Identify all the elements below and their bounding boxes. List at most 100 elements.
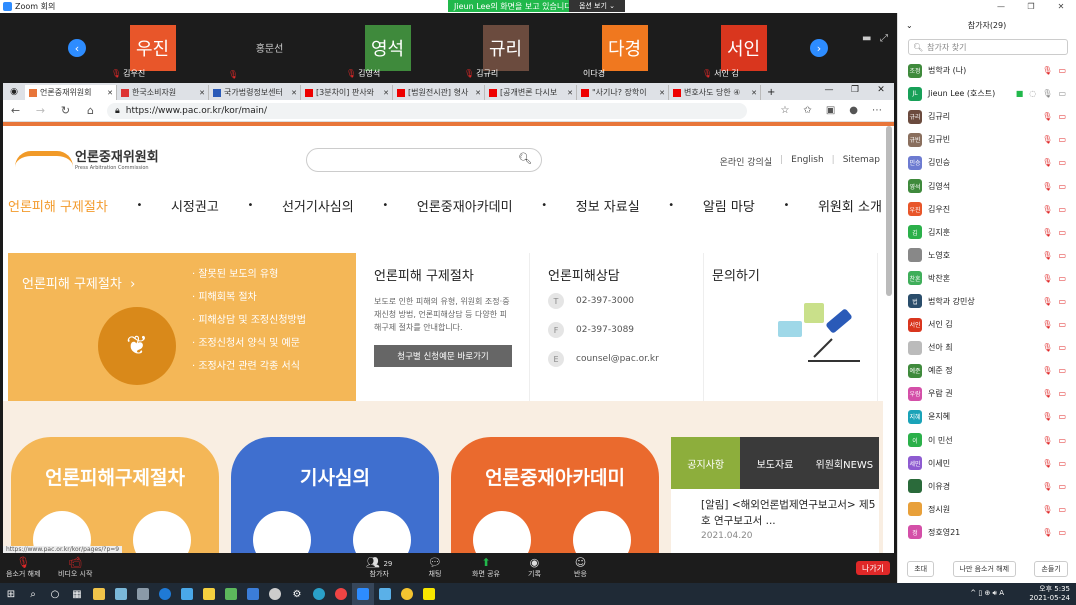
tab-close-icon[interactable]: ✕	[107, 89, 113, 97]
back-icon[interactable]: ←	[3, 104, 28, 117]
kakaotalk-icon[interactable]	[418, 583, 440, 605]
close-icon[interactable]: ✕	[868, 83, 894, 98]
notice-tab[interactable]: 보도자료	[740, 437, 810, 489]
video-tile[interactable]: 규리 🎙︎ 김규리	[458, 13, 553, 82]
prev-page-icon[interactable]: ‹	[68, 39, 86, 57]
participant-row[interactable]: 법 법학과 강민상 🎙︎ ▭	[898, 290, 1076, 313]
browser-tab[interactable]: [3분차이] 판사와 ✕	[301, 85, 393, 100]
panel-title[interactable]: 언론피해 구제절차 ›	[22, 273, 135, 292]
nav-item[interactable]: 선거기사심의	[282, 196, 354, 215]
browser-tab[interactable]: 한국소비자원 ✕	[117, 85, 209, 100]
app-icon[interactable]	[374, 583, 396, 605]
edge-icon[interactable]	[308, 583, 330, 605]
file-explorer-icon[interactable]	[88, 583, 110, 605]
participant-row[interactable]: 예준 예준 정 🎙︎ ▭	[898, 359, 1076, 382]
participant-row[interactable]: 우람 우람 권 🎙︎ ▭	[898, 382, 1076, 405]
browser-tab[interactable]: "사기나? 장학이 ✕	[577, 85, 669, 100]
participant-row[interactable]: 정 정호영21 🎙︎ ▭	[898, 521, 1076, 544]
participant-row[interactable]: 김 김지훈 🎙︎ ▭	[898, 221, 1076, 244]
tab-close-icon[interactable]: ✕	[567, 89, 573, 97]
cortana-icon[interactable]: ○	[44, 583, 66, 605]
photos-icon[interactable]	[242, 583, 264, 605]
browser-tab[interactable]: [공개변론 다시보 ✕	[485, 85, 577, 100]
submenu-item[interactable]: · 피해상담 및 조정신청방법	[192, 311, 356, 326]
next-page-icon[interactable]: ›	[810, 39, 828, 57]
service-card[interactable]: 언론피해구제절차	[11, 437, 219, 553]
nav-item[interactable]: 정보 자료실	[576, 196, 640, 215]
layout-icon[interactable]: ▬	[862, 33, 871, 44]
leave-button[interactable]: 나가기	[856, 561, 890, 575]
view-options-button[interactable]: 옵션 보기 ⌄	[569, 0, 625, 12]
fullscreen-icon[interactable]: ⤢	[880, 33, 888, 44]
site-search-input[interactable]: 🔍︎	[306, 148, 542, 172]
browser-tab[interactable]: 변호사도 당한 ④ ✕	[669, 85, 761, 100]
participant-row[interactable]: 조정 법학과 (나) 🎙︎ ▭	[898, 59, 1076, 82]
participant-row[interactable]: 영석 김영석 🎙︎ ▭	[898, 174, 1076, 197]
participant-row[interactable]: 이이 민선 🎙︎ ▭	[898, 429, 1076, 452]
collections-icon[interactable]: ▣	[826, 105, 835, 116]
search-icon[interactable]: 🔍︎	[517, 152, 533, 168]
video-tile[interactable]: 서인 🎙︎ 서인 김	[696, 13, 791, 82]
tab-close-icon[interactable]: ✕	[199, 89, 205, 97]
contact-email[interactable]: Ecounsel@pac.or.kr	[548, 351, 659, 367]
tab-close-icon[interactable]: ✕	[475, 89, 481, 97]
collapse-chevron-icon[interactable]: ⌄	[906, 21, 913, 30]
settings-icon[interactable]: ⚙	[286, 583, 308, 605]
browser-tab[interactable]: 언론중재위원회 ✕	[25, 85, 117, 100]
link-english[interactable]: English	[791, 155, 824, 168]
unmute-button[interactable]: 🎙︎ 음소거 해제	[6, 556, 40, 579]
participant-row[interactable]: 이유경 🎙︎ ▭	[898, 475, 1076, 498]
site-logo[interactable]: 언론중재위원회 Press Arbitration Commission	[15, 146, 159, 171]
participant-row[interactable]: 우진 김우진 🎙︎ ▭	[898, 198, 1076, 221]
taskbar-clock[interactable]: 오후 5:35 2021-05-24	[1029, 585, 1070, 603]
participant-row[interactable]: 노영호 🎙︎ ▭	[898, 244, 1076, 267]
tab-close-icon[interactable]: ✕	[751, 89, 757, 97]
service-card[interactable]: 기사심의	[231, 437, 439, 553]
profile-icon[interactable]: ●	[849, 105, 858, 116]
participant-row[interactable]: 규빈 김규빈 🎙︎ ▭	[898, 128, 1076, 151]
participant-row[interactable]: 선아 최 🎙︎ ▭	[898, 336, 1076, 359]
participants-button[interactable]: 👥︎ 29 참가자	[366, 556, 392, 579]
favorites-icon[interactable]: ✩	[803, 105, 811, 116]
restore-icon[interactable]: ❐	[1016, 0, 1046, 13]
home-icon[interactable]: ⌂	[78, 104, 103, 117]
record-button[interactable]: ◉ 기록	[528, 556, 541, 579]
twitter-icon[interactable]	[176, 583, 198, 605]
notice-item[interactable]: [알림] <해외언론법제연구보고서> 제5호 연구보고서 ...	[671, 489, 879, 529]
page-scrollbar[interactable]	[886, 126, 892, 526]
reactions-button[interactable]: ☺ 반응	[574, 556, 587, 579]
sticky-notes-icon[interactable]	[198, 583, 220, 605]
participant-search-input[interactable]: 🔍︎ 참가자 찾기	[908, 39, 1068, 55]
tab-close-icon[interactable]: ✕	[291, 89, 297, 97]
nav-item[interactable]: 시정권고	[171, 196, 219, 215]
new-tab-icon[interactable]: +	[767, 85, 775, 100]
tab-close-icon[interactable]: ✕	[383, 89, 389, 97]
video-tile[interactable]: 홍문선 🎙︎	[222, 13, 317, 82]
raise-hand-button[interactable]: 손들기	[1034, 561, 1068, 577]
video-tile[interactable]: 영석 🎙︎ 김영석	[340, 13, 435, 82]
close-icon[interactable]: ✕	[1046, 0, 1076, 13]
start-icon[interactable]: ⊞	[0, 583, 22, 605]
nav-item[interactable]: 언론피해 구제절차	[8, 196, 108, 215]
share-screen-button[interactable]: ⬆ 화면 공유	[472, 556, 500, 579]
submenu-item[interactable]: · 잘못된 보도의 유형	[192, 265, 356, 280]
reload-icon[interactable]: ↻	[53, 104, 78, 117]
tab-close-icon[interactable]: ✕	[659, 89, 665, 97]
service-card[interactable]: 언론중재아카데미	[451, 437, 659, 553]
participant-row[interactable]: 정시원 🎙︎ ▭	[898, 498, 1076, 521]
weather-icon[interactable]	[396, 583, 418, 605]
minimize-icon[interactable]: —	[986, 0, 1016, 13]
unmute-me-button[interactable]: 나만 음소거 해제	[952, 561, 1017, 577]
nav-item[interactable]: 위원회 소개	[818, 196, 882, 215]
task-view-icon[interactable]: ▦	[66, 583, 88, 605]
notice-tab[interactable]: 공지사항	[671, 437, 741, 489]
participant-row[interactable]: 서인 서인 김 🎙︎ ▭	[898, 313, 1076, 336]
participant-row[interactable]: 규리 김규리 🎙︎ ▭	[898, 105, 1076, 128]
participant-row[interactable]: JL Jieun Lee (호스트) ■ ◌ 🎙︎ ▭	[898, 82, 1076, 105]
example-shortcut-button[interactable]: 청구별 신청예문 바로가기	[374, 345, 512, 367]
participant-row[interactable]: 지혜 윤지혜 🎙︎ ▭	[898, 405, 1076, 428]
edge-legacy-icon[interactable]	[154, 583, 176, 605]
chrome-icon[interactable]	[330, 583, 352, 605]
bookmark-star-icon[interactable]: ☆	[780, 105, 789, 116]
zoom-app-icon[interactable]	[352, 583, 374, 605]
